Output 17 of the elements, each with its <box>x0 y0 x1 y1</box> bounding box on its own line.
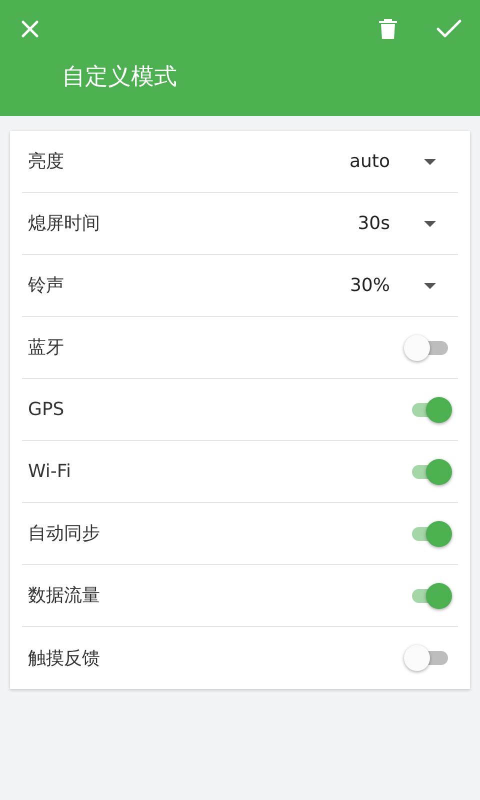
dropdown[interactable]: auto <box>349 148 458 175</box>
trash-icon[interactable] <box>376 17 400 41</box>
setting-label: 铃声 <box>28 274 65 298</box>
dropdown[interactable]: 30% <box>350 272 458 299</box>
setting-label: Wi-Fi <box>28 460 72 484</box>
caret-icon <box>424 282 436 288</box>
setting-label: 自动同步 <box>28 522 101 546</box>
setting-label: 蓝牙 <box>28 336 65 360</box>
setting-label: 触摸反馈 <box>28 646 101 670</box>
page-title: 自定义模式 <box>62 64 177 90</box>
setting-label: GPS <box>28 398 66 422</box>
caret-icon <box>424 158 436 164</box>
setting-label: 数据流量 <box>28 584 101 608</box>
dropdown[interactable]: 30s <box>358 210 458 237</box>
setting-label: 熄屏时间 <box>28 212 101 236</box>
setting-label: 亮度 <box>28 150 65 174</box>
caret-icon <box>424 220 436 226</box>
